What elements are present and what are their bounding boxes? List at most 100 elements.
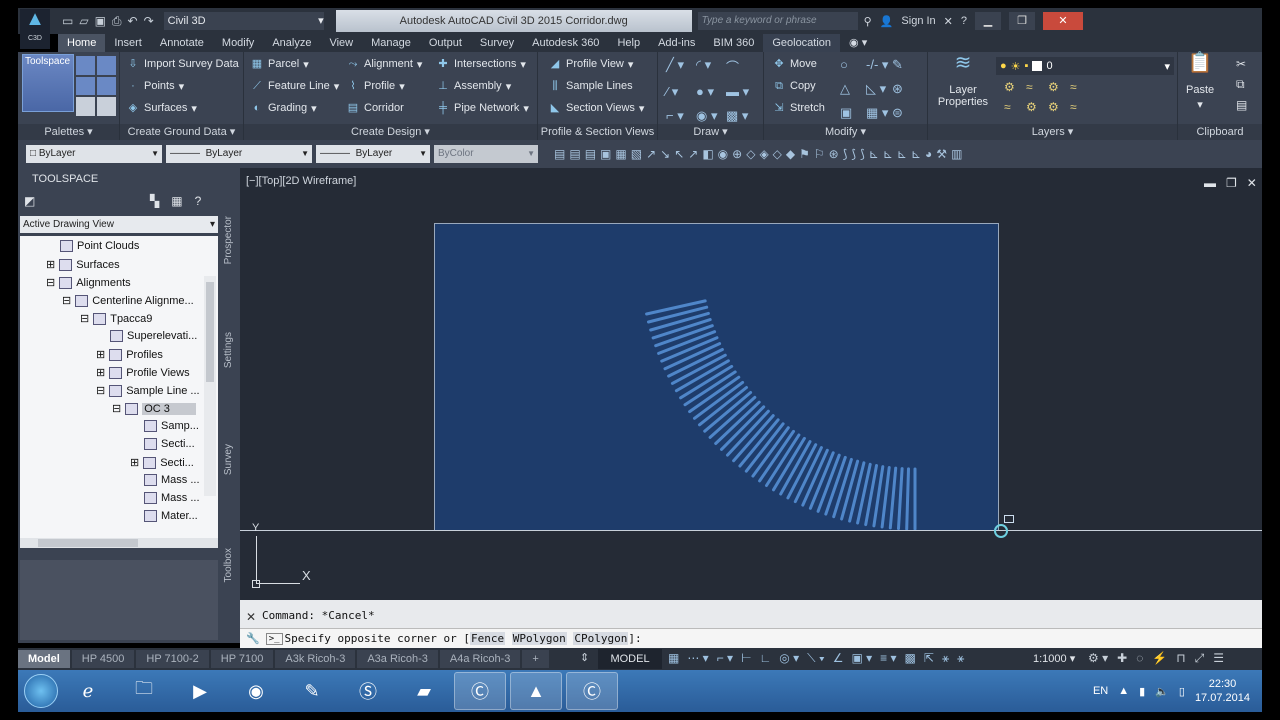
explode-icon[interactable]: ⊛ [892, 81, 918, 97]
toolbar-icon[interactable]: ▥ [951, 147, 962, 161]
tree-item-section[interactable]: Secti... [144, 438, 195, 450]
exchange-icon[interactable]: ✕ [944, 15, 953, 28]
toolbar-icon[interactable]: ⚐ [814, 147, 825, 161]
paint-icon[interactable]: ✎ [286, 672, 338, 710]
tab-output[interactable]: Output [420, 34, 471, 52]
tab-insert[interactable]: Insert [105, 34, 151, 52]
scroll-thumb[interactable] [206, 282, 214, 382]
osnap-icon[interactable]: ▣ ▾ [851, 651, 872, 666]
help-icon[interactable]: ? [195, 194, 202, 208]
new-icon[interactable]: ▭ [62, 14, 73, 29]
ribbon-options-icon[interactable]: ◉ ▾ [840, 34, 876, 52]
menu-icon[interactable]: ☰ [1213, 651, 1224, 666]
search-input[interactable]: Type a keyword or phrase [697, 12, 858, 30]
transparency-icon[interactable]: ▩ [905, 651, 916, 666]
layer-tool-icon[interactable]: ⚙ [1026, 100, 1048, 114]
tab-bim-360[interactable]: BIM 360 [704, 34, 763, 52]
toolbar-icon[interactable]: ◇ [746, 147, 755, 161]
tree-item-materials[interactable]: Mater... [144, 510, 198, 522]
expand-icon[interactable]: ⊞ [130, 456, 139, 469]
binoculars-icon[interactable]: ⚲ [864, 15, 872, 28]
lineweight-dropdown[interactable]: ——— ByLayer ▼ [316, 145, 430, 163]
palette-icon[interactable] [76, 76, 95, 96]
tab-annotate[interactable]: Annotate [151, 34, 213, 52]
intersections-button[interactable]: ✚ Intersections ▾ [436, 57, 526, 71]
show-hidden-icon[interactable]: ▲ [1118, 685, 1129, 697]
expand-icon[interactable]: ⊞ [96, 348, 105, 361]
sample-line[interactable] [897, 467, 904, 530]
option-fence[interactable]: Fence [469, 632, 506, 645]
refresh-icon[interactable]: ▚ [150, 194, 159, 208]
circle-icon[interactable]: ● ▾ [696, 84, 726, 100]
toolbar-icon[interactable]: ◈ [759, 147, 768, 161]
tree-item-profiles[interactable]: ⊞ Profiles [96, 348, 163, 361]
fullscreen-icon[interactable]: ⤢ [1195, 651, 1205, 666]
tab-layout-hp4500[interactable]: HP 4500 [71, 650, 135, 668]
autocad-civil-icon[interactable]: ▲ [510, 672, 562, 710]
toolbar-icon[interactable]: ⟆ [860, 147, 865, 161]
palette-icon[interactable] [97, 97, 116, 116]
open-icon[interactable]: ▱ [79, 14, 88, 29]
array-icon[interactable]: ▦ ▾ [866, 105, 892, 121]
sample-line[interactable] [765, 433, 801, 487]
sample-line[interactable] [848, 461, 866, 523]
profile-button[interactable]: ⌇ Profile ▾ [346, 79, 404, 93]
close-command-icon[interactable]: ✕ [246, 610, 256, 624]
snap-toggle-icon[interactable]: ⋯ ▾ [687, 651, 708, 666]
toolbar-icon[interactable]: ↗ [688, 147, 698, 161]
camtasia-recorder-icon[interactable]: Ⓒ [566, 672, 618, 710]
layer-properties-button[interactable]: ≋ Layer Properties [936, 53, 990, 108]
section-views-button[interactable]: ◣ Section Views ▾ [548, 101, 645, 115]
sample-line[interactable] [645, 299, 707, 316]
toolbar-icon[interactable]: ↘ [660, 147, 670, 161]
auto-scale-icon[interactable]: ⚹ [957, 651, 964, 666]
copy-button[interactable]: ⧉ Copy [772, 79, 816, 93]
layer-tool-icon[interactable]: ≈ [1004, 100, 1026, 114]
toolbar-icon[interactable]: ⊾ [897, 147, 907, 161]
palette-icon[interactable] [97, 56, 116, 75]
tree-item-oc3[interactable]: ⊟ OC 3 [112, 402, 196, 415]
profile-view-button[interactable]: ◢ Profile View ▾ [548, 57, 634, 71]
polyline-icon[interactable]: ⌒ [726, 57, 756, 76]
tree-item-sample-line[interactable]: ⊟ Sample Line ... [96, 384, 200, 397]
layer-tool-icon[interactable]: ≈ [1070, 80, 1092, 94]
toolbar-icon[interactable]: ⟆ [851, 147, 856, 161]
toolbar-icon[interactable]: ▦ [615, 147, 626, 161]
match-icon[interactable]: ▤ [1236, 98, 1247, 112]
toolbar-icon[interactable]: ◆ [786, 147, 795, 161]
surfaces-button[interactable]: ◈ Surfaces ▾ [126, 101, 197, 115]
tree-item-point-clouds[interactable]: Point Clouds [60, 240, 139, 252]
sample-line[interactable] [751, 426, 790, 478]
hardware-icon[interactable]: ⚡ [1152, 651, 1167, 666]
expand-icon[interactable]: ⊞ [46, 258, 55, 271]
volume-icon[interactable]: 🔈 [1155, 685, 1169, 698]
tab-help[interactable]: Help [608, 34, 649, 52]
tree-item-alignments[interactable]: ⊟ Alignments [46, 276, 131, 289]
tab-model-layout[interactable]: Model [18, 650, 70, 668]
toolbar-icon[interactable]: ⊕ [732, 147, 742, 161]
toolbar-icon[interactable]: ▣ [600, 147, 611, 161]
toolbar-icon[interactable]: ⚑ [799, 147, 810, 161]
corridor-drawing[interactable] [434, 223, 999, 531]
sample-line[interactable] [905, 467, 910, 531]
lock-ui-icon[interactable]: ⊓ [1176, 651, 1185, 666]
erase-icon[interactable]: ✎ [892, 57, 918, 73]
sample-line[interactable] [683, 370, 737, 407]
scale-icon[interactable]: ▣ [840, 105, 866, 121]
user-icon[interactable]: 👤 [880, 15, 894, 28]
toolbar-icon[interactable]: ⊛ [829, 147, 839, 161]
tab-layout-a3k[interactable]: A3k Ricoh-3 [275, 650, 356, 668]
tree-item-surfaces[interactable]: ⊞ Surfaces [46, 258, 120, 271]
command-line[interactable]: 🔧 >_ Specify opposite corner or [ Fence … [240, 628, 1262, 648]
minimize-icon[interactable]: ▬ [1204, 176, 1216, 190]
ellipse-icon[interactable]: ◉ ▾ [696, 108, 726, 124]
assembly-button[interactable]: ⊥ Assembly ▾ [436, 79, 511, 93]
toolbar-icon[interactable]: ↖ [674, 147, 684, 161]
paste-button[interactable]: 📋 Paste ▾ [1186, 53, 1214, 111]
grid-toggle-icon[interactable]: ▦ [668, 651, 679, 666]
create-design-title[interactable]: Create Design ▾ [244, 124, 537, 140]
osnap-track-icon[interactable]: ∠ [833, 651, 844, 666]
plus-icon[interactable]: ✚ [1117, 651, 1127, 666]
parcel-button[interactable]: ▦ Parcel ▾ [250, 57, 309, 71]
layer-tool-icon[interactable]: ⚙ [1048, 100, 1070, 114]
